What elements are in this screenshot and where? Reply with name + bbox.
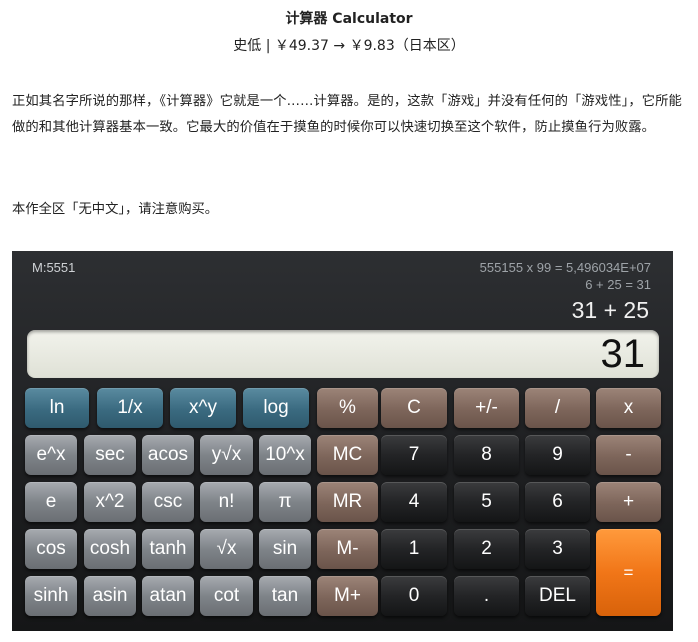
sinh-key[interactable]: sinh (25, 576, 77, 616)
e-constant-key[interactable]: e (25, 482, 77, 522)
sqrt-key[interactable]: √x (200, 529, 253, 569)
sin-key[interactable]: sin (259, 529, 311, 569)
article-title: 计算器 Calculator (285, 11, 413, 27)
digit-0-key[interactable]: 0 (381, 576, 447, 616)
memory-recall-key[interactable]: MR (317, 482, 378, 522)
pow10-key[interactable]: 10^x (259, 435, 311, 475)
digit-1-key[interactable]: 1 (381, 529, 447, 569)
tan-key[interactable]: tan (259, 576, 311, 616)
price-line: 史低 | ￥49.37 → ￥9.83（日本区） (233, 38, 465, 54)
result-display: 31 (27, 330, 659, 378)
memory-add-key[interactable]: M+ (317, 576, 378, 616)
history-line: 6 + 25 = 31 (585, 277, 651, 292)
minus-key[interactable]: - (596, 435, 661, 475)
percent-key[interactable]: % (317, 388, 378, 428)
cos-key[interactable]: cos (25, 529, 77, 569)
equals-key[interactable]: = (596, 529, 661, 616)
factorial-key[interactable]: n! (200, 482, 253, 522)
decimal-key[interactable]: . (454, 576, 519, 616)
digit-9-key[interactable]: 9 (525, 435, 590, 475)
language-note: 本作全区「无中文」，请注意购买。 (12, 202, 219, 217)
pi-key[interactable]: π (259, 482, 311, 522)
clear-key[interactable]: C (381, 388, 447, 428)
digit-4-key[interactable]: 4 (381, 482, 447, 522)
digit-8-key[interactable]: 8 (454, 435, 519, 475)
acos-key[interactable]: acos (142, 435, 194, 475)
reciprocal-key[interactable]: 1/x (97, 388, 163, 428)
calculator-screenshot: M:5551 555155 x 99 = 5,496034E+07 6 + 25… (12, 251, 673, 631)
description-paragraph: 正如其名字所说的那样，《计算器》它就是一个……计算器。是的，这款「游戏」并没有任… (12, 94, 682, 135)
divide-key[interactable]: / (525, 388, 590, 428)
digit-5-key[interactable]: 5 (454, 482, 519, 522)
cot-key[interactable]: cot (200, 576, 253, 616)
multiply-key[interactable]: x (596, 388, 661, 428)
plus-key[interactable]: + (596, 482, 661, 522)
asin-key[interactable]: asin (84, 576, 136, 616)
yroot-key[interactable]: y√x (200, 435, 253, 475)
digit-6-key[interactable]: 6 (525, 482, 590, 522)
digit-3-key[interactable]: 3 (525, 529, 590, 569)
csc-key[interactable]: csc (142, 482, 194, 522)
exp-key[interactable]: e^x (25, 435, 77, 475)
ln-key[interactable]: ln (25, 388, 89, 428)
history-line: 555155 x 99 = 5,496034E+07 (479, 260, 651, 275)
current-expression: 31 + 25 (571, 297, 649, 323)
result-value: 31 (600, 332, 646, 376)
memory-indicator: M:5551 (32, 260, 76, 275)
power-key[interactable]: x^y (170, 388, 236, 428)
memory-clear-key[interactable]: MC (317, 435, 378, 475)
delete-key[interactable]: DEL (525, 576, 590, 616)
cosh-key[interactable]: cosh (84, 529, 136, 569)
sign-toggle-key[interactable]: +/- (454, 388, 519, 428)
memory-subtract-key[interactable]: M- (317, 529, 378, 569)
tanh-key[interactable]: tanh (142, 529, 194, 569)
digit-7-key[interactable]: 7 (381, 435, 447, 475)
log-key[interactable]: log (243, 388, 309, 428)
atan-key[interactable]: atan (142, 576, 194, 616)
sec-key[interactable]: sec (84, 435, 136, 475)
square-key[interactable]: x^2 (84, 482, 136, 522)
digit-2-key[interactable]: 2 (454, 529, 519, 569)
